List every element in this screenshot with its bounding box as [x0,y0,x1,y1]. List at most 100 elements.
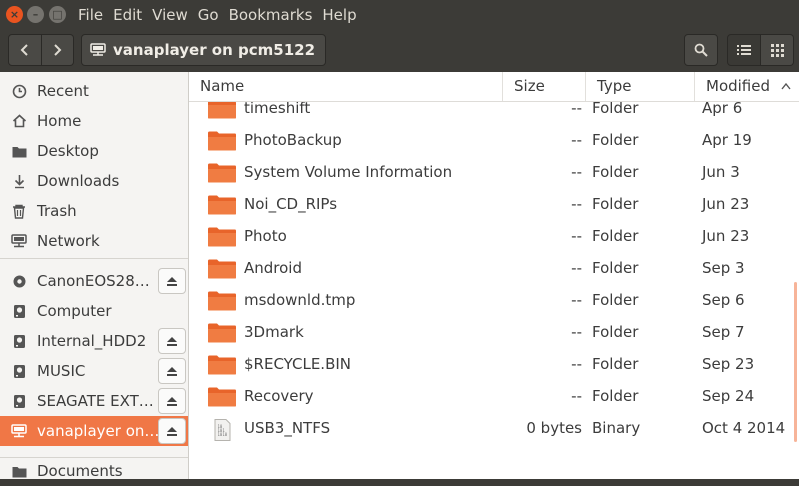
file-type: Folder [592,163,639,181]
chevron-right-icon [54,44,62,56]
home-icon [10,114,28,128]
sidebar-item-label: Desktop [37,142,99,160]
eject-icon [167,396,177,406]
file-size: -- [571,387,582,405]
sidebar-item-trash[interactable]: Trash [0,196,188,226]
drive-icon [10,334,28,349]
eject-button[interactable] [158,418,186,444]
path-bar-button[interactable]: vanaplayer on pcm5122 [81,34,327,66]
file-name: System Volume Information [244,163,453,181]
file-row[interactable]: Recovery -- Folder Sep 24 [189,380,799,412]
file-size: -- [571,355,582,373]
sidebar-item-home[interactable]: Home [0,106,188,136]
menu-go[interactable]: Go [198,5,225,25]
drive-icon [10,394,28,409]
sidebar-item-network[interactable]: Network [0,226,188,256]
file-row[interactable]: Photo -- Folder Jun 23 [189,220,799,252]
eject-icon [167,336,177,346]
column-header: Name Size Type Modified [189,72,799,102]
toolbar: vanaplayer on pcm5122 [0,30,799,72]
file-row[interactable]: PhotoBackup -- Folder Apr 19 [189,124,799,156]
file-size: -- [571,227,582,245]
sidebar-item-canoneos[interactable]: CanonEOS28… [0,266,188,296]
sidebar-item-internal-hdd2[interactable]: Internal_HDD2 [0,326,188,356]
vertical-scrollbar[interactable] [794,282,797,442]
file-row[interactable]: System Volume Information -- Folder Jun 3 [189,156,799,188]
sidebar-item-recent[interactable]: Recent [0,76,188,106]
file-row[interactable]: msdownld.tmp -- Folder Sep 6 [189,284,799,316]
path-label: vanaplayer on pcm5122 [113,41,316,59]
column-name[interactable]: Name [189,72,503,101]
drive-icon [10,364,28,379]
eject-button[interactable] [158,388,186,414]
sidebar-item-downloads[interactable]: Downloads [0,166,188,196]
download-icon [10,174,28,189]
file-row[interactable]: $RECYCLE.BIN -- Folder Sep 23 [189,348,799,380]
file-modified: Sep 24 [702,387,755,405]
column-modified-label: Modified [706,77,771,95]
sidebar-item-documents[interactable]: Documents [0,456,188,486]
sidebar-item-label: Network [37,232,100,250]
sidebar-item-seagate[interactable]: SEAGATE EXT… [0,386,188,416]
file-type: Folder [592,227,639,245]
list-view-button[interactable] [727,34,761,66]
sidebar-item-desktop[interactable]: Desktop [0,136,188,166]
file-modified: Sep 23 [702,355,755,373]
eject-button[interactable] [158,358,186,384]
search-icon [694,43,708,57]
column-type-label: Type [597,77,632,95]
maximize-window-button[interactable]: □ [49,6,66,23]
eject-icon [167,426,177,436]
grid-view-icon [770,43,784,57]
column-type[interactable]: Type [586,72,695,101]
minimize-window-button[interactable]: – [27,6,44,23]
eject-button[interactable] [158,328,186,354]
file-row[interactable]: Noi_CD_RIPs -- Folder Jun 23 [189,188,799,220]
grid-view-button[interactable] [761,34,794,66]
eject-icon [167,276,177,286]
eject-icon [167,366,177,376]
folder-icon [207,291,237,311]
file-type: Folder [592,131,639,149]
column-size[interactable]: Size [503,72,586,101]
file-row[interactable]: Android -- Folder Sep 3 [189,252,799,284]
file-size: -- [571,323,582,341]
network-icon [10,234,28,248]
sidebar-item-music[interactable]: MUSIC [0,356,188,386]
menu-bar: File Edit View Go Bookmarks Help [78,5,367,25]
close-window-button[interactable]: × [6,6,23,23]
folder-icon [207,227,237,247]
folder-icon [207,163,237,183]
folder-icon [10,145,28,158]
menu-bookmarks[interactable]: Bookmarks [229,5,319,25]
menu-help[interactable]: Help [322,5,362,25]
search-button[interactable] [684,34,718,66]
folder-icon [207,99,237,119]
sidebar-item-vanaplayer[interactable]: vanaplayer on… [0,416,188,446]
column-modified[interactable]: Modified [695,72,799,101]
file-name: USB3_NTFS [244,419,331,437]
file-modified: Apr 19 [702,131,752,149]
file-row[interactable]: 3Dmark -- Folder Sep 7 [189,316,799,348]
file-type: Folder [592,195,639,213]
back-button[interactable] [8,34,42,66]
sidebar-item-label: Trash [37,202,77,220]
sidebar-item-label: MUSIC [37,362,86,380]
eject-button[interactable] [158,268,186,294]
file-name: Noi_CD_RIPs [244,195,338,213]
file-name: $RECYCLE.BIN [244,355,352,373]
file-type: Folder [592,387,639,405]
sidebar-item-label: Internal_HDD2 [37,332,147,350]
menu-edit[interactable]: Edit [113,5,148,25]
file-type: Folder [592,323,639,341]
sidebar-item-computer[interactable]: Computer [0,296,188,326]
menu-file[interactable]: File [78,5,109,25]
file-row[interactable]: 10 101 1010 USB3_NTFS 0 bytes Binary Oct 4 201… [189,412,799,444]
file-modified: Sep 6 [702,291,745,309]
forward-button[interactable] [41,34,74,66]
file-type: Folder [592,355,639,373]
network-drive-icon [10,424,28,438]
sidebar-item-label: Home [37,112,82,130]
file-size: -- [571,195,582,213]
menu-view[interactable]: View [152,5,194,25]
